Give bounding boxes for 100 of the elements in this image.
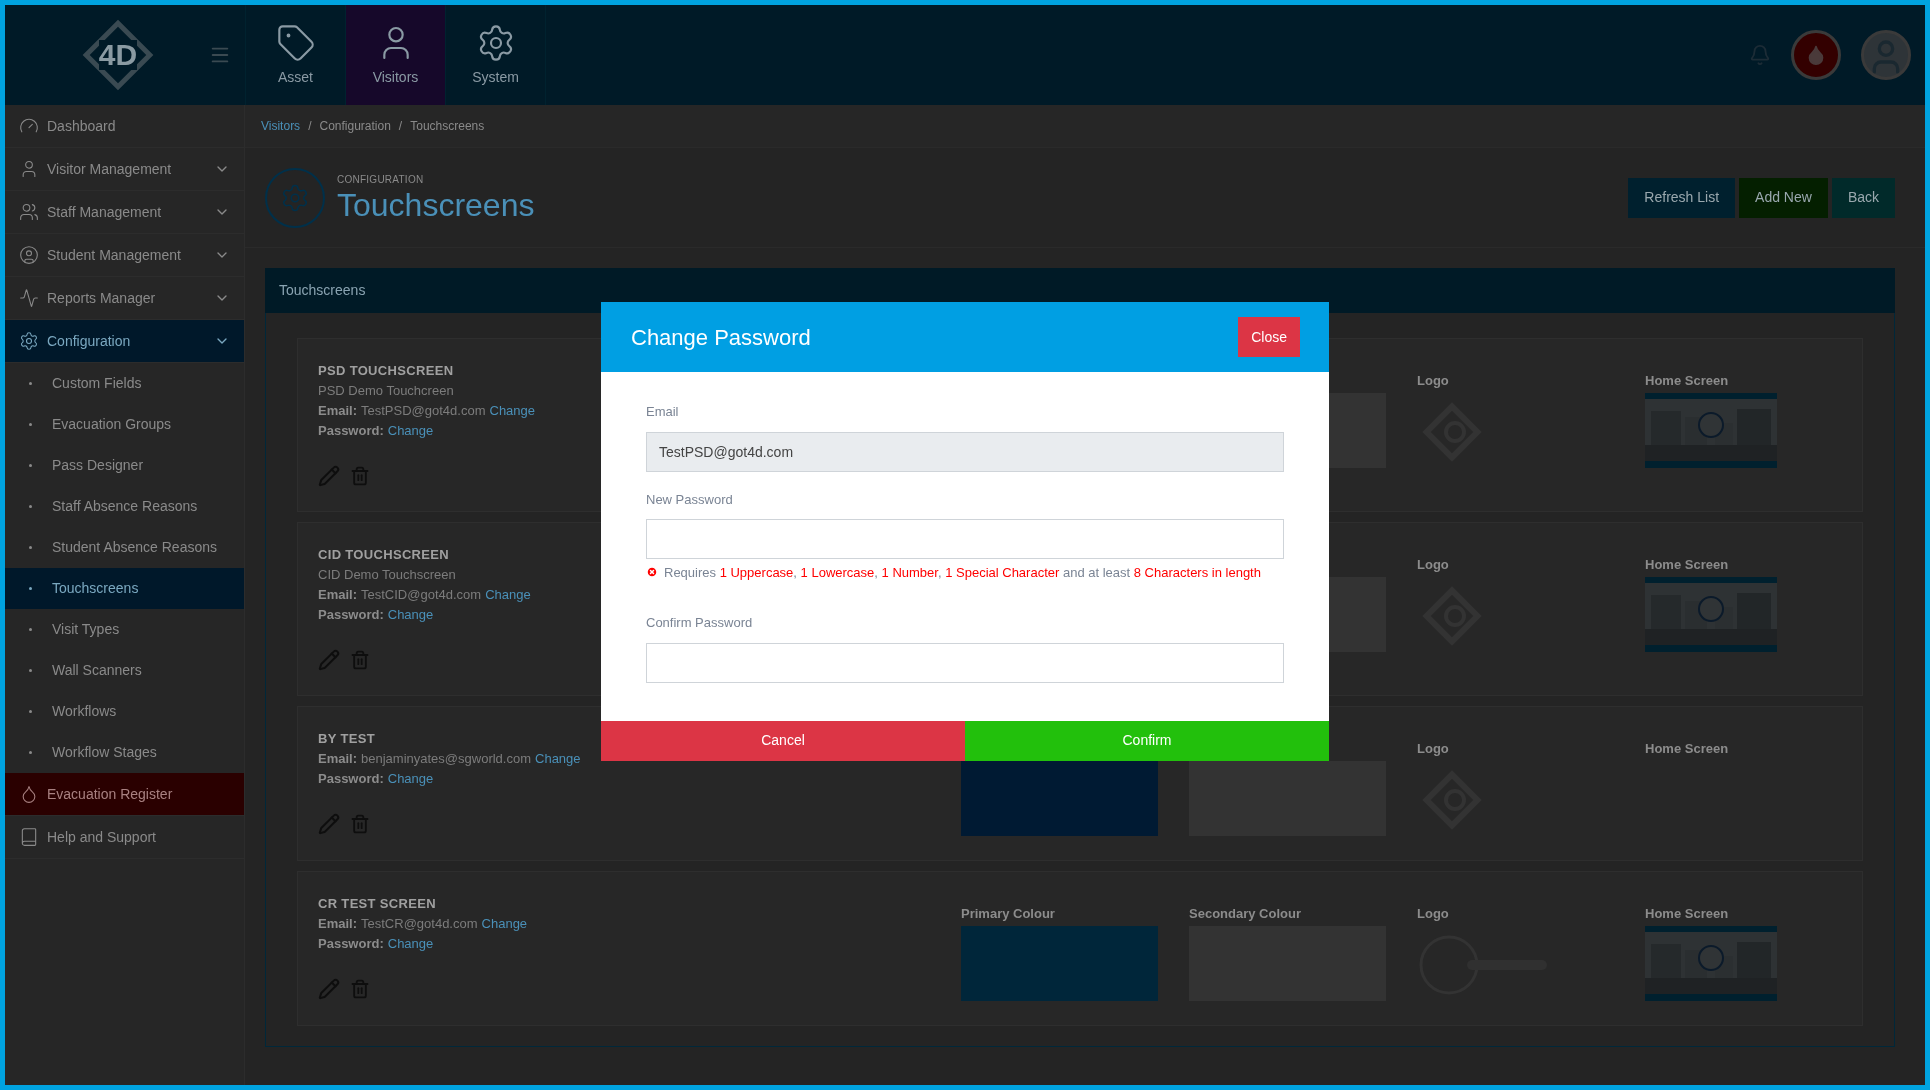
email-label: Email: [318, 915, 357, 933]
evacuation-button[interactable] [1791, 30, 1841, 80]
dialog-button[interactable]: Confirm [965, 720, 1329, 761]
book-icon [19, 827, 39, 847]
close-button[interactable]: Close [1238, 317, 1300, 357]
sidebar-subitem[interactable]: Evacuation Groups [5, 404, 244, 445]
delete-button[interactable] [350, 649, 370, 671]
sidebar-subitem[interactable]: Pass Designer [5, 445, 244, 486]
touchscreen-name: CID TOUCHSCREEN [318, 546, 450, 564]
change-password-link[interactable]: Change [387, 934, 434, 954]
bullet-icon [29, 587, 32, 590]
home-screen-label: Home Screen [1645, 905, 1729, 920]
touchscreen-description: PSD Demo Touchcreen [318, 382, 454, 400]
email-value: TestCR@got4d.com [361, 915, 478, 933]
field-label: Confirm Password [646, 614, 753, 632]
tag-icon [275, 22, 316, 63]
change-email-link[interactable]: Change [535, 749, 581, 769]
sidebar-item[interactable]: Visitor Management [5, 148, 244, 191]
bullet-icon [29, 546, 32, 549]
header-action-button[interactable]: Add New [1739, 177, 1828, 218]
nav-tab[interactable]: Visitors [345, 5, 445, 105]
password-label: Password: [318, 606, 384, 624]
change-password-link[interactable]: Change [387, 421, 434, 441]
sidebar-subitem[interactable]: Custom Fields [5, 363, 244, 404]
bullet-icon [29, 464, 32, 467]
sidebar-subitem[interactable]: Staff Absence Reasons [5, 486, 244, 527]
breadcrumb-separator: / [308, 118, 312, 135]
edit-button[interactable] [318, 978, 340, 1000]
breadcrumb-item: Touchscreens [410, 118, 485, 135]
email-value: TestPSD@got4d.com [361, 402, 486, 420]
password-label: Password: [318, 770, 384, 788]
panel-title: Touchscreens [279, 281, 366, 300]
bullet-icon [29, 382, 32, 385]
breadcrumb-item: Configuration [319, 118, 391, 135]
page-title: Touchscreens [337, 187, 535, 223]
sidebar-item[interactable]: Student Management [5, 234, 244, 277]
sidebar-subitem[interactable]: Wall Scanners [5, 650, 244, 691]
email-label: Email: [318, 586, 357, 604]
bullet-icon [29, 751, 32, 754]
change-email-link[interactable]: Change [481, 914, 528, 934]
sidebar-item[interactable]: Evacuation Register [5, 773, 244, 816]
secondary-colour-label: Secondary Colour [1189, 905, 1301, 920]
breadcrumb-item[interactable]: Visitors [261, 117, 301, 135]
dialog-title: Change Password [631, 323, 811, 352]
field-label: New Password [646, 490, 733, 509]
sidebar-item[interactable]: Dashboard [5, 105, 244, 148]
bullet-icon [29, 710, 32, 713]
touchscreen-name: CR TEST SCREEN [318, 895, 436, 913]
page-eyebrow: CONFIGURATION [337, 173, 425, 187]
error-icon [646, 566, 658, 578]
edit-button[interactable] [318, 813, 340, 835]
header-action-button[interactable]: Refresh List [1628, 177, 1736, 218]
password-label: Password: [318, 422, 384, 440]
primary-colour-label: Primary Colour [961, 905, 1055, 920]
touchscreen-name: BY TEST [318, 730, 375, 748]
bullet-icon [29, 505, 32, 508]
sidebar-subitem[interactable]: Touchscreens [5, 568, 244, 609]
bullet-icon [29, 423, 32, 426]
sidebar-subitem[interactable]: Visit Types [5, 609, 244, 650]
password-label: Password: [318, 935, 384, 953]
sidebar-item[interactable]: Staff Management [5, 191, 244, 234]
sidebar-subitem[interactable]: Student Absence Reasons [5, 527, 244, 568]
delete-button[interactable] [350, 813, 370, 835]
delete-button[interactable] [350, 978, 370, 1000]
logo: 4D [83, 20, 153, 90]
change-email-link[interactable]: Change [485, 585, 531, 605]
bullet-icon [29, 628, 32, 631]
password-requirements-hint: Requires 1 Uppercase, 1 Lowercase, 1 Number, 1 Special Character and at least 8 Characters in length [664, 564, 1261, 582]
edit-button[interactable] [318, 649, 340, 671]
logo-label: Logo [1417, 905, 1449, 920]
input-field[interactable] [646, 642, 1284, 683]
pulse-icon [19, 288, 39, 308]
sidebar-subitem[interactable]: Workflows [5, 691, 244, 732]
notifications-button[interactable] [1749, 44, 1771, 66]
header-action-button[interactable]: Back [1831, 177, 1895, 218]
email-value: benjaminyates@sgworld.com [361, 750, 531, 768]
email-label: Email: [318, 750, 357, 768]
logo-label: Logo [1417, 372, 1449, 387]
input-field[interactable] [646, 519, 1284, 559]
profile-avatar[interactable] [1861, 30, 1911, 80]
dialog-button[interactable]: Cancel [601, 720, 965, 761]
sidebar-item[interactable]: Configuration [5, 320, 244, 363]
touchscreen-name: PSD TOUCHSCREEN [318, 362, 454, 380]
users-icon [19, 202, 39, 222]
logo-label: Logo [1417, 740, 1449, 755]
email-value: TestCID@got4d.com [361, 586, 482, 604]
field-label: Email [646, 403, 679, 421]
change-email-link[interactable]: Change [489, 401, 536, 421]
home-screen-label: Home Screen [1645, 556, 1729, 571]
bullet-icon [29, 669, 32, 672]
change-password-link[interactable]: Change [387, 769, 434, 789]
touchscreen-description: CID Demo Touchscreen [318, 566, 456, 584]
sidebar-subitem[interactable]: Workflow Stages [5, 732, 244, 773]
sidebar-item[interactable]: Help and Support [5, 816, 244, 859]
delete-button[interactable] [350, 465, 370, 487]
edit-button[interactable] [318, 465, 340, 487]
person-circle-icon [19, 245, 39, 265]
change-password-link[interactable]: Change [387, 605, 434, 625]
email-label: Email: [318, 402, 357, 420]
settings-icon [265, 167, 325, 228]
